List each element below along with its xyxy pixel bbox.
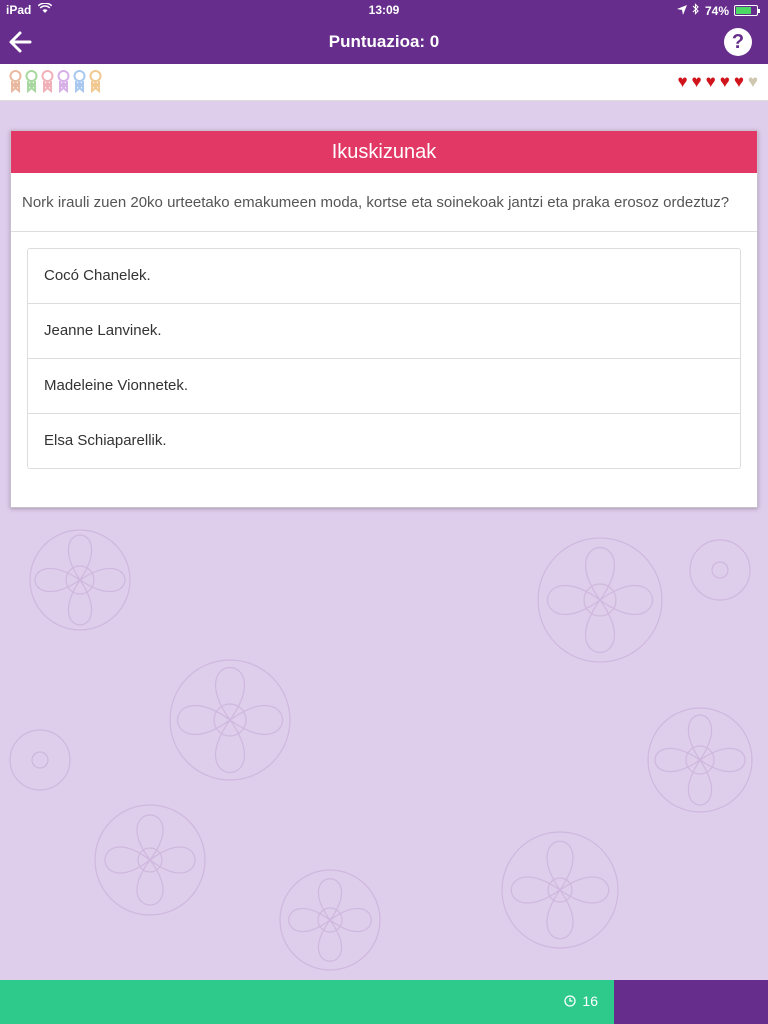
category-badge-icon [88, 70, 103, 94]
category-badge-icon [24, 70, 39, 94]
category-badge-icon [40, 70, 55, 94]
bluetooth-icon [692, 3, 700, 18]
answer-option[interactable]: Elsa Schiaparellik. [28, 414, 740, 468]
question-card: Ikuskizunak Nork irauli zuen 20ko urteet… [10, 130, 758, 508]
heart-icon: ♥ [747, 72, 758, 91]
timer-progress-bar: 16 [0, 980, 614, 1024]
location-icon [676, 4, 687, 18]
progress-bar-area: ♥ ♥ ♥ ♥ ♥ ♥ [0, 64, 768, 101]
battery-percentage: 74% [704, 3, 729, 18]
answer-option[interactable]: Jeanne Lanvinek. [28, 304, 740, 359]
category-badge-icon [56, 70, 71, 94]
timer-seconds: 16 [582, 993, 598, 1009]
heart-icon: ♥ [705, 72, 716, 91]
category-badge-icon [8, 70, 23, 94]
answer-list: Cocó Chanelek. Jeanne Lanvinek. Madelein… [27, 248, 741, 469]
status-bar: iPad 13:09 74% [0, 0, 768, 20]
timer-remaining [614, 980, 768, 1024]
category-badge-icon [72, 70, 87, 94]
timer-readout: 16 [564, 993, 598, 1009]
category-badges [8, 70, 103, 94]
lives-hearts: ♥ ♥ ♥ ♥ ♥ ♥ [677, 73, 758, 91]
category-title: Ikuskizunak [11, 131, 757, 173]
clock-time: 13:09 [368, 3, 400, 17]
heart-icon: ♥ [719, 72, 730, 91]
heart-icon: ♥ [733, 72, 744, 91]
timer-area: 16 [0, 980, 768, 1024]
score-title: Puntuazioa: 0 [328, 32, 440, 51]
battery-icon [734, 5, 760, 16]
help-button[interactable]: ? [724, 28, 752, 56]
answer-option[interactable]: Madeleine Vionnetek. [28, 359, 740, 414]
clock-icon [564, 995, 577, 1007]
top-bar: iPad 13:09 74% Puntuazioa: 0 ? [0, 0, 768, 64]
heart-icon: ♥ [691, 72, 702, 91]
heart-icon: ♥ [677, 72, 688, 91]
question-text: Nork irauli zuen 20ko urteetako emakumee… [11, 173, 757, 232]
navigation-bar: Puntuazioa: 0 ? [0, 20, 768, 64]
answer-option[interactable]: Cocó Chanelek. [28, 249, 740, 304]
